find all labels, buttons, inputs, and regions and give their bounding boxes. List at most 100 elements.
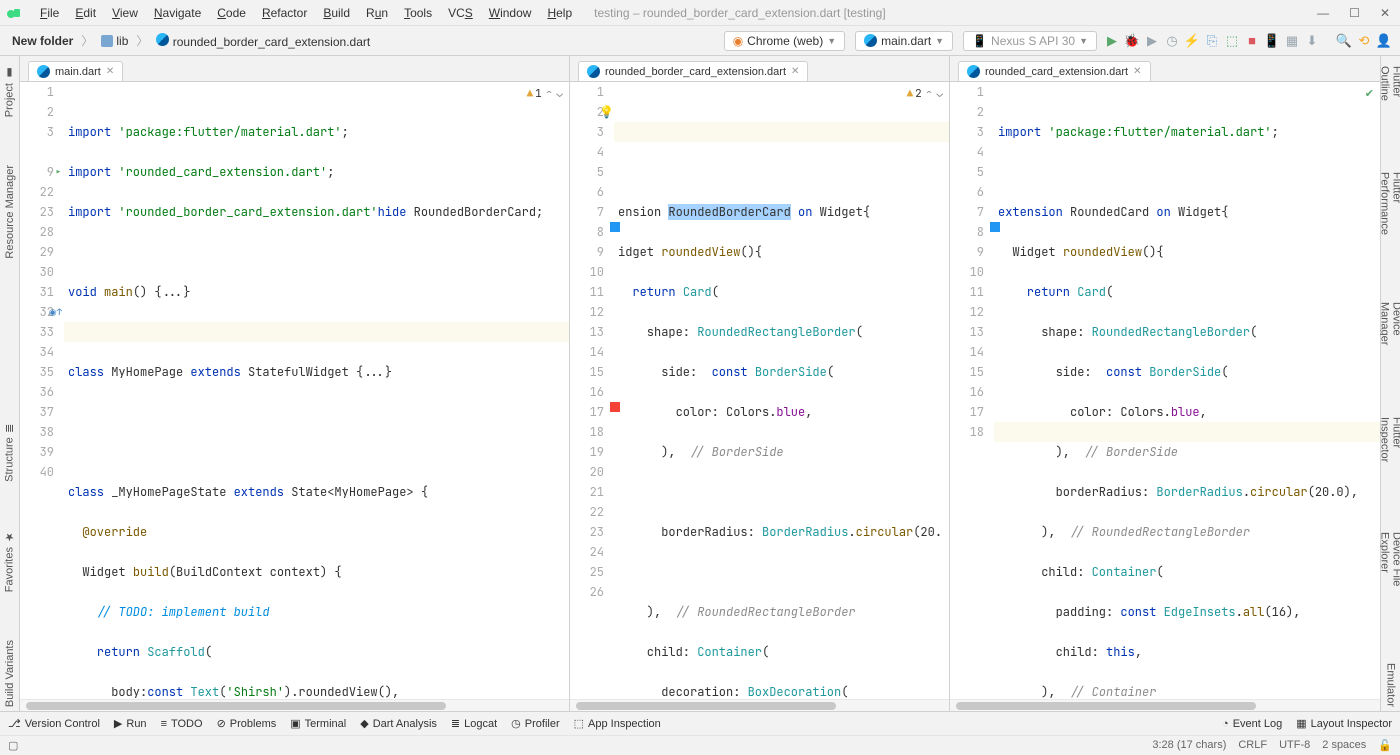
dart-file-icon: [967, 65, 980, 78]
code-editor[interactable]: ▲2 ⌃ ⌄ 1 💡2 3 4 5 6 7 8 9 10 11 12: [570, 82, 949, 699]
tab-project[interactable]: Project ▮: [3, 62, 16, 121]
code-editor[interactable]: ▲1 ⌃ ⌄ 1 2 3 ▸9 22 23 28 29 30 31 ◉↑32: [20, 82, 569, 699]
tab-app-inspection[interactable]: ⬚ App Inspection: [574, 717, 661, 730]
ok-check-icon[interactable]: ✔: [1365, 84, 1374, 104]
gutter: 1 💡2 3 4 5 6 7 8 9 10 11 12 13 14 15 16: [570, 82, 614, 699]
search-icon[interactable]: 🔍: [1336, 33, 1352, 49]
tab-event-log[interactable]: ◔ Event Log: [1222, 718, 1282, 730]
tab-row: rounded_card_extension.dart✕: [950, 56, 1380, 82]
code-content[interactable]: ort 'package:flutter/material.dart ensio…: [614, 82, 949, 699]
stop-icon[interactable]: ■: [1244, 33, 1260, 49]
file-tab[interactable]: main.dart✕: [28, 61, 123, 81]
coverage-icon[interactable]: ▶: [1144, 33, 1160, 49]
run-gutter-icon[interactable]: ▸: [55, 162, 62, 182]
avd-selector[interactable]: 📱Nexus S API 30▼: [963, 31, 1097, 51]
tab-flutter-performance[interactable]: Flutter Performance: [1379, 168, 1400, 258]
menu-edit[interactable]: Edit: [67, 4, 104, 22]
override-gutter-icon[interactable]: ◉↑: [49, 302, 62, 322]
code-content[interactable]: import 'package:flutter/material.dart'; …: [994, 82, 1380, 699]
run-config-selector[interactable]: main.dart▼: [855, 31, 953, 51]
tab-problems[interactable]: ⊘ Problems: [217, 717, 277, 730]
tab-favorites[interactable]: Favorites ★: [3, 526, 16, 596]
hot-reload-icon[interactable]: ⚡: [1184, 33, 1200, 49]
tab-structure[interactable]: Structure ≣: [3, 420, 16, 486]
window-title: testing – rounded_border_card_extension.…: [594, 6, 886, 20]
code-editor[interactable]: ✔ 1 2 3 4 5 6 7 8 9 10 11 12 13 14: [950, 82, 1380, 699]
readonly-lock-icon[interactable]: 🔓: [1378, 739, 1392, 752]
tab-row: main.dart✕: [20, 56, 569, 82]
right-tool-tabs: Flutter Outline Flutter Performance Devi…: [1380, 56, 1400, 711]
device-icon[interactable]: 📱: [1264, 33, 1280, 49]
attach-icon[interactable]: ⎘: [1204, 33, 1220, 49]
prev-highlight-icon[interactable]: ⌃: [546, 84, 553, 104]
menu-window[interactable]: Window: [481, 4, 540, 22]
menu-help[interactable]: Help: [539, 4, 580, 22]
tab-emulator[interactable]: Emulator: [1385, 659, 1397, 711]
bottom-tool-bar: ⎇ Version Control ▶ Run ≡ TODO ⊘ Problem…: [0, 711, 1400, 735]
menu-tools[interactable]: Tools: [396, 4, 440, 22]
h-scrollbar[interactable]: [570, 699, 949, 711]
encoding[interactable]: UTF-8: [1279, 739, 1310, 752]
tab-device-file-explorer[interactable]: Device File Explorer: [1379, 528, 1400, 619]
lightbulb-icon[interactable]: 💡: [599, 102, 614, 122]
tab-profiler[interactable]: ◷ Profiler: [511, 717, 559, 730]
file-tab[interactable]: rounded_card_extension.dart✕: [958, 61, 1151, 81]
warnings-badge[interactable]: ▲2: [907, 84, 922, 104]
breadcrumb[interactable]: New folder: [8, 32, 77, 50]
debug-icon[interactable]: 🐞: [1124, 33, 1140, 49]
file-tab[interactable]: rounded_border_card_extension.dart✕: [578, 61, 808, 81]
menu-build[interactable]: Build: [315, 4, 358, 22]
close-tab-icon[interactable]: ✕: [106, 66, 114, 77]
avd-manager-icon[interactable]: ▦: [1284, 33, 1300, 49]
minimize-icon[interactable]: ―: [1313, 6, 1333, 20]
tab-flutter-outline[interactable]: Flutter Outline: [1379, 62, 1400, 128]
close-tab-icon[interactable]: ✕: [791, 66, 799, 77]
sdk-manager-icon[interactable]: ⬇: [1304, 33, 1320, 49]
tab-version-control[interactable]: ⎇ Version Control: [8, 717, 100, 730]
tab-build-variants[interactable]: Build Variants: [4, 636, 16, 711]
warnings-badge[interactable]: ▲1: [527, 84, 542, 104]
maximize-icon[interactable]: ☐: [1345, 6, 1364, 20]
indent[interactable]: 2 spaces: [1322, 739, 1366, 752]
close-icon[interactable]: ✕: [1376, 6, 1394, 20]
tab-dart-analysis[interactable]: ◆ Dart Analysis: [360, 717, 437, 730]
next-highlight-icon[interactable]: ⌄: [936, 84, 943, 104]
flutter-devtools-icon[interactable]: ⬚: [1224, 33, 1240, 49]
dart-file-icon: [156, 33, 169, 46]
h-scrollbar[interactable]: [950, 699, 1380, 711]
menu-file[interactable]: File: [32, 4, 67, 22]
profile-icon[interactable]: ◷: [1164, 33, 1180, 49]
code-content[interactable]: import 'package:flutter/material.dart'; …: [64, 82, 569, 699]
breadcrumb[interactable]: lib: [97, 32, 132, 50]
settings-icon[interactable]: 👤: [1376, 33, 1392, 49]
tab-run[interactable]: ▶ Run: [114, 717, 147, 730]
tab-resource-manager[interactable]: Resource Manager: [4, 161, 16, 263]
menu-refactor[interactable]: Refactor: [254, 4, 315, 22]
selected-text: RoundedBorderCard: [668, 204, 790, 220]
menu-navigate[interactable]: Navigate: [146, 4, 209, 22]
tab-terminal[interactable]: ▣ Terminal: [290, 717, 346, 730]
run-icon[interactable]: ▶: [1104, 33, 1120, 49]
prev-highlight-icon[interactable]: ⌃: [926, 84, 933, 104]
menu-code[interactable]: Code: [209, 4, 254, 22]
breadcrumb[interactable]: rounded_border_card_extension.dart: [152, 31, 374, 51]
caret-position[interactable]: 3:28 (17 chars): [1152, 739, 1226, 752]
tab-flutter-inspector[interactable]: Flutter Inspector: [1379, 413, 1400, 488]
dart-file-icon: [37, 65, 50, 78]
close-tab-icon[interactable]: ✕: [1133, 66, 1141, 77]
line-ending[interactable]: CRLF: [1238, 739, 1267, 752]
menu-run[interactable]: Run: [358, 4, 396, 22]
sync-icon[interactable]: ⟲: [1356, 33, 1372, 49]
tab-todo[interactable]: ≡ TODO: [161, 718, 203, 730]
device-selector[interactable]: ◉Chrome (web)▼: [724, 31, 845, 51]
menu-view[interactable]: View: [104, 4, 146, 22]
menu-vcs[interactable]: VCS: [440, 4, 481, 22]
editor-pane-1: main.dart✕ ▲1 ⌃ ⌄ 1 2 3 ▸9 22 23 28 29: [20, 56, 570, 711]
tab-device-manager[interactable]: Device Manager: [1379, 298, 1400, 373]
tab-logcat[interactable]: ≣ Logcat: [451, 717, 497, 730]
next-highlight-icon[interactable]: ⌄: [556, 84, 563, 104]
status-tool-icon[interactable]: ▢: [8, 739, 18, 752]
tab-layout-inspector[interactable]: ▦ Layout Inspector: [1296, 717, 1392, 730]
gutter: 1 2 3 4 5 6 7 8 9 10 11 12 13 14 15 16 1: [950, 82, 994, 699]
h-scrollbar[interactable]: [20, 699, 569, 711]
